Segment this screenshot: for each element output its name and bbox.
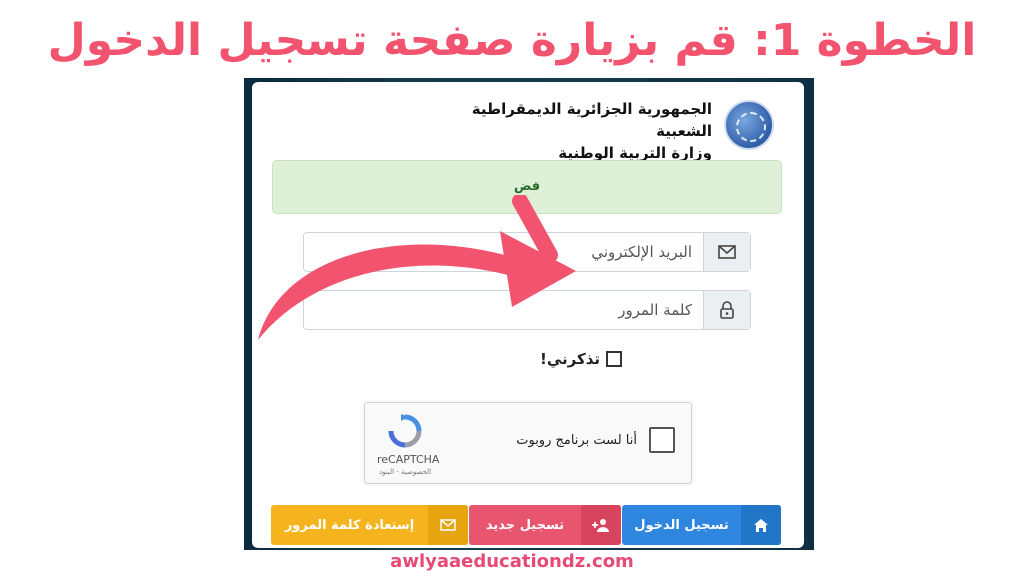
login-button[interactable]: تسجيل الدخول: [622, 505, 781, 545]
site-url: awlyaaeducationdz.com: [390, 551, 634, 572]
ministry-header: الجمهورية الجزائرية الديمقراطية الشعبية …: [430, 98, 712, 164]
remember-checkbox[interactable]: [606, 351, 622, 367]
envelope-icon: [428, 505, 468, 545]
register-button[interactable]: تسجيل جديد: [469, 505, 621, 545]
login-button-label: تسجيل الدخول: [634, 517, 729, 533]
recaptcha-widget: أنا لست برنامج روبوت reCAPTCHA الخصوصية …: [364, 402, 692, 484]
home-icon: [741, 505, 781, 545]
alert-text: فض: [513, 179, 541, 194]
recaptcha-label: أنا لست برنامج روبوت: [516, 433, 637, 448]
page-headline: الخطوة 1: قم بزيارة صفحة تسجيل الدخول: [47, 15, 977, 66]
ministry-logo: [724, 100, 774, 150]
register-button-label: تسجيل جديد: [485, 517, 565, 533]
reset-password-button[interactable]: إستعادة كلمة المرور: [271, 505, 468, 545]
pointer-arrow-icon: [258, 195, 576, 340]
lock-icon: [703, 291, 750, 329]
recaptcha-checkbox[interactable]: [649, 427, 675, 453]
reset-password-label: إستعادة كلمة المرور: [284, 517, 415, 533]
recaptcha-brand: reCAPTCHA: [377, 453, 440, 466]
envelope-icon: [703, 233, 750, 271]
recaptcha-links[interactable]: الخصوصية - البنود: [379, 468, 431, 476]
remember-label: تذكرني!: [540, 350, 600, 368]
user-plus-icon: [581, 505, 621, 545]
remember-me[interactable]: تذكرني!: [540, 350, 622, 368]
recaptcha-logo-icon: [388, 414, 422, 448]
header-line-1: الجمهورية الجزائرية الديمقراطية الشعبية: [471, 100, 712, 140]
